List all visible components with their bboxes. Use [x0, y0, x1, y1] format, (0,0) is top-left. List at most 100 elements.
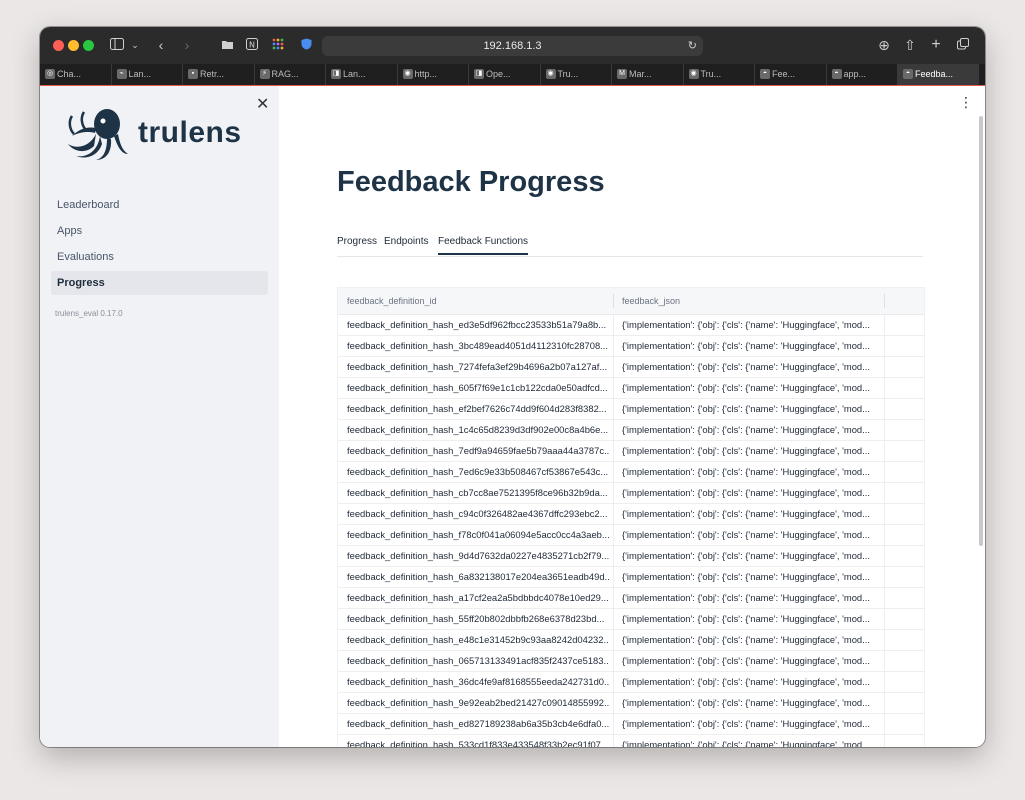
address-bar[interactable]: 192.168.1.3 ↻	[322, 36, 703, 56]
cell-feedback-definition-id[interactable]: feedback_definition_hash_9e92eab2bed2142…	[347, 693, 609, 713]
table-row[interactable]: feedback_definition_hash_36dc4fe9af81685…	[338, 672, 924, 693]
cell-feedback-definition-id[interactable]: feedback_definition_hash_f78c0f041a06094…	[347, 525, 609, 545]
back-icon[interactable]: ‹	[154, 36, 168, 54]
cell-feedback-definition-id[interactable]: feedback_definition_hash_7274fefa3ef29b4…	[347, 357, 609, 377]
cell-feedback-json[interactable]: {'implementation': {'obj': {'cls': {'nam…	[622, 714, 880, 734]
share-icon[interactable]: ⇧	[903, 36, 917, 54]
tab-overview-icon[interactable]	[956, 36, 970, 54]
cell-feedback-definition-id[interactable]: feedback_definition_hash_e48c1e31452b9c9…	[347, 630, 609, 650]
cell-feedback-json[interactable]: {'implementation': {'obj': {'cls': {'nam…	[622, 672, 880, 692]
cell-feedback-definition-id[interactable]: feedback_definition_hash_cb7cc8ae7521395…	[347, 483, 609, 503]
column-header-feedback-json[interactable]: feedback_json	[622, 288, 680, 314]
cell-feedback-json[interactable]: {'implementation': {'obj': {'cls': {'nam…	[622, 735, 880, 747]
cell-feedback-definition-id[interactable]: feedback_definition_hash_ed3e5df962fbcc2…	[347, 315, 609, 335]
browser-tab[interactable]: ◨ Ope...	[469, 64, 541, 85]
cell-feedback-json[interactable]: {'implementation': {'obj': {'cls': {'nam…	[622, 693, 880, 713]
cell-feedback-json[interactable]: {'implementation': {'obj': {'cls': {'nam…	[622, 420, 880, 440]
cell-feedback-json[interactable]: {'implementation': {'obj': {'cls': {'nam…	[622, 483, 880, 503]
browser-tab[interactable]: ◨ Lan...	[326, 64, 398, 85]
cell-feedback-definition-id[interactable]: feedback_definition_hash_605f7f69e1c1cb1…	[347, 378, 609, 398]
cell-feedback-json[interactable]: {'implementation': {'obj': {'cls': {'nam…	[622, 462, 880, 482]
cell-feedback-definition-id[interactable]: feedback_definition_hash_1c4c65d8239d3df…	[347, 420, 609, 440]
folder-icon[interactable]	[220, 36, 234, 54]
cell-feedback-definition-id[interactable]: feedback_definition_hash_6a832138017e204…	[347, 567, 609, 587]
cell-feedback-json[interactable]: {'implementation': {'obj': {'cls': {'nam…	[622, 504, 880, 524]
cell-feedback-definition-id[interactable]: feedback_definition_hash_7ed6c9e33b50846…	[347, 462, 609, 482]
browser-tab[interactable]: ⌁ Lan...	[112, 64, 183, 85]
column-divider[interactable]	[884, 294, 885, 308]
cell-feedback-json[interactable]: {'implementation': {'obj': {'cls': {'nam…	[622, 357, 880, 377]
cell-feedback-json[interactable]: {'implementation': {'obj': {'cls': {'nam…	[622, 630, 880, 650]
forward-icon[interactable]: ›	[180, 36, 194, 54]
table-row[interactable]: feedback_definition_hash_e48c1e31452b9c9…	[338, 630, 924, 651]
browser-tab[interactable]: M Mar...	[612, 64, 684, 85]
cell-feedback-definition-id[interactable]: feedback_definition_hash_c94c0f326482ae4…	[347, 504, 609, 524]
cell-feedback-json[interactable]: {'implementation': {'obj': {'cls': {'nam…	[622, 315, 880, 335]
browser-tab[interactable]: ◓ app...	[827, 64, 898, 85]
minimize-window-button[interactable]	[68, 40, 79, 51]
close-window-button[interactable]	[53, 40, 64, 51]
notion-icon[interactable]: N	[245, 36, 259, 54]
cell-feedback-json[interactable]: {'implementation': {'obj': {'cls': {'nam…	[622, 588, 880, 608]
shield-icon[interactable]	[299, 36, 313, 54]
cell-feedback-definition-id[interactable]: feedback_definition_hash_a17cf2ea2a5bdbb…	[347, 588, 609, 608]
table-row[interactable]: feedback_definition_hash_c94c0f326482ae4…	[338, 504, 924, 525]
close-sidebar-icon[interactable]: ✕	[256, 94, 269, 114]
table-row[interactable]: feedback_definition_hash_065713133491acf…	[338, 651, 924, 672]
browser-tab[interactable]: ▪ Retr...	[183, 64, 255, 85]
table-row[interactable]: feedback_definition_hash_cb7cc8ae7521395…	[338, 483, 924, 504]
cell-feedback-json[interactable]: {'implementation': {'obj': {'cls': {'nam…	[622, 441, 880, 461]
tab-feedback-functions[interactable]: Feedback Functions	[438, 236, 529, 255]
table-row[interactable]: feedback_definition_hash_ed827189238ab6a…	[338, 714, 924, 735]
cell-feedback-json[interactable]: {'implementation': {'obj': {'cls': {'nam…	[622, 399, 880, 419]
table-row[interactable]: feedback_definition_hash_9e92eab2bed2142…	[338, 693, 924, 714]
browser-tab[interactable]: ⚡ RAG...	[255, 64, 326, 85]
table-row[interactable]: feedback_definition_hash_6a832138017e204…	[338, 567, 924, 588]
table-row[interactable]: feedback_definition_hash_605f7f69e1c1cb1…	[338, 378, 924, 399]
reload-icon[interactable]: ↻	[688, 36, 697, 56]
browser-tab[interactable]: ◉ http...	[398, 64, 469, 85]
browser-tab[interactable]: ◉ Tru...	[541, 64, 612, 85]
table-row[interactable]: feedback_definition_hash_7ed6c9e33b50846…	[338, 462, 924, 483]
browser-tab[interactable]: ◎ Cha...	[40, 64, 112, 85]
cell-feedback-json[interactable]: {'implementation': {'obj': {'cls': {'nam…	[622, 609, 880, 629]
sidebar-item-evaluations[interactable]: Evaluations	[51, 245, 268, 269]
table-row[interactable]: feedback_definition_hash_ed3e5df962fbcc2…	[338, 315, 924, 336]
cell-feedback-definition-id[interactable]: feedback_definition_hash_533cd1f833e4335…	[347, 735, 609, 747]
cell-feedback-definition-id[interactable]: feedback_definition_hash_ed827189238ab6a…	[347, 714, 609, 734]
cell-feedback-json[interactable]: {'implementation': {'obj': {'cls': {'nam…	[622, 336, 880, 356]
cell-feedback-json[interactable]: {'implementation': {'obj': {'cls': {'nam…	[622, 378, 880, 398]
cell-feedback-definition-id[interactable]: feedback_definition_hash_55ff20b802dbbfb…	[347, 609, 609, 629]
browser-tab[interactable]: ◉ Tru...	[684, 64, 755, 85]
table-row[interactable]: feedback_definition_hash_f78c0f041a06094…	[338, 525, 924, 546]
cell-feedback-definition-id[interactable]: feedback_definition_hash_065713133491acf…	[347, 651, 609, 671]
more-menu-icon[interactable]: ⋮	[959, 94, 973, 111]
browser-tab[interactable]: ◓ Fee...	[755, 64, 827, 85]
sidebar-item-leaderboard[interactable]: Leaderboard	[51, 193, 268, 217]
cell-feedback-json[interactable]: {'implementation': {'obj': {'cls': {'nam…	[622, 546, 880, 566]
apps-grid-icon[interactable]	[271, 36, 285, 54]
cell-feedback-definition-id[interactable]: feedback_definition_hash_9d4d7632da0227e…	[347, 546, 609, 566]
browser-tab[interactable]: ◓ Feedba...	[898, 64, 979, 85]
tab-endpoints[interactable]: Endpoints	[384, 236, 428, 247]
column-header-feedback-definition-id[interactable]: feedback_definition_id	[347, 288, 437, 314]
cell-feedback-json[interactable]: {'implementation': {'obj': {'cls': {'nam…	[622, 651, 880, 671]
table-row[interactable]: feedback_definition_hash_9d4d7632da0227e…	[338, 546, 924, 567]
table-row[interactable]: feedback_definition_hash_7274fefa3ef29b4…	[338, 357, 924, 378]
download-icon[interactable]: ⊕	[877, 36, 891, 54]
table-row[interactable]: feedback_definition_hash_3bc489ead4051d4…	[338, 336, 924, 357]
new-tab-icon[interactable]: +	[929, 36, 943, 54]
cell-feedback-definition-id[interactable]: feedback_definition_hash_7edf9a94659fae5…	[347, 441, 609, 461]
cell-feedback-definition-id[interactable]: feedback_definition_hash_3bc489ead4051d4…	[347, 336, 609, 356]
cell-feedback-definition-id[interactable]: feedback_definition_hash_36dc4fe9af81685…	[347, 672, 609, 692]
table-row[interactable]: feedback_definition_hash_1c4c65d8239d3df…	[338, 420, 924, 441]
sidebar-item-progress[interactable]: Progress	[51, 271, 268, 295]
cell-feedback-definition-id[interactable]: feedback_definition_hash_ef2bef7626c74dd…	[347, 399, 609, 419]
column-divider[interactable]	[613, 294, 614, 308]
page-scrollbar[interactable]	[979, 116, 983, 546]
table-row[interactable]: feedback_definition_hash_a17cf2ea2a5bdbb…	[338, 588, 924, 609]
table-row[interactable]: feedback_definition_hash_7edf9a94659fae5…	[338, 441, 924, 462]
sidebar-toggle-icon[interactable]	[109, 36, 125, 54]
maximize-window-button[interactable]	[83, 40, 94, 51]
tab-progress[interactable]: Progress	[337, 236, 377, 247]
